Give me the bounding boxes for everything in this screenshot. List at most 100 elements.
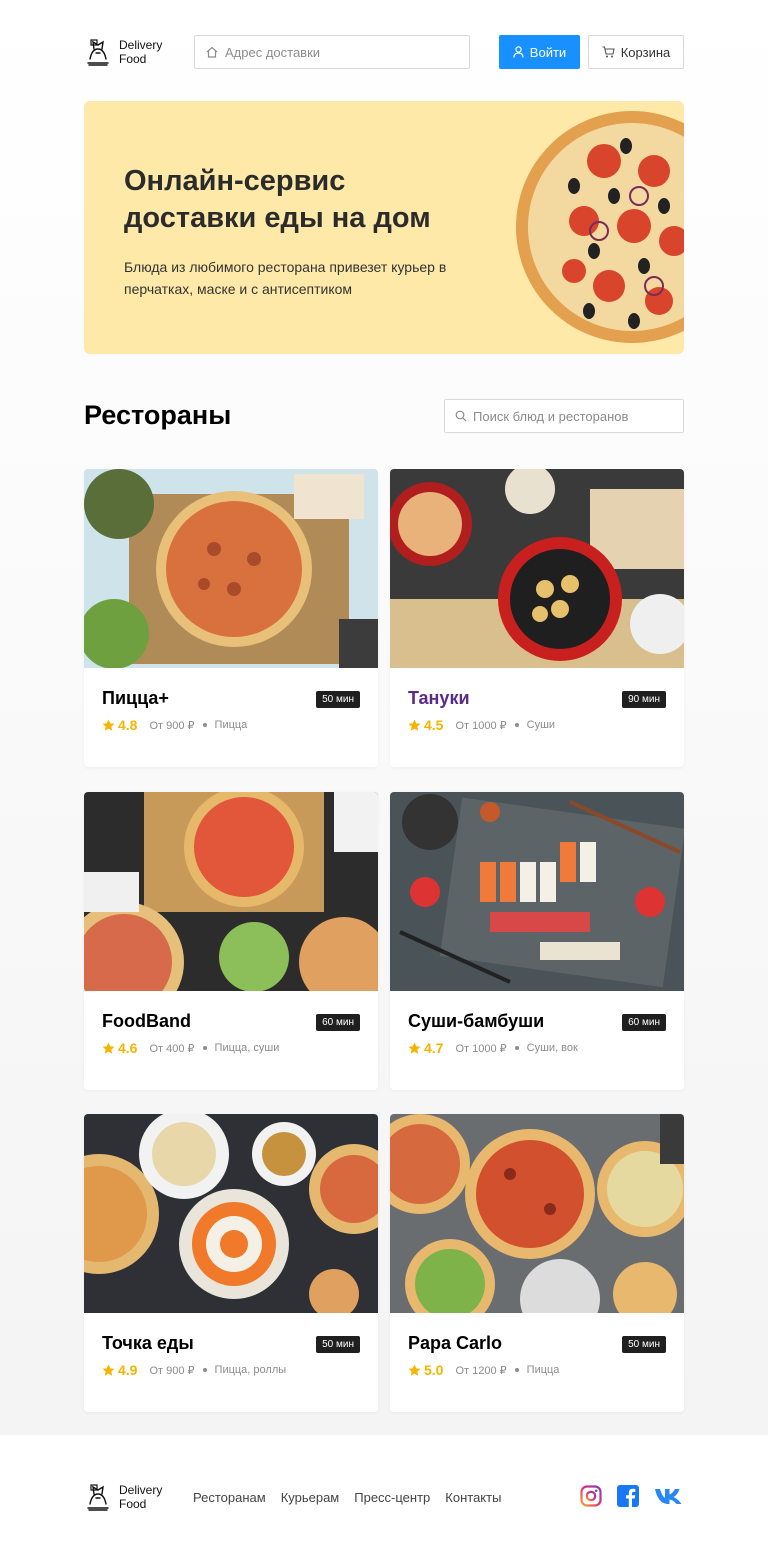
separator-dot [514, 1368, 519, 1372]
cart-button[interactable]: Корзина [588, 35, 684, 69]
restaurant-list: Пицца+ 50 мин 4.8 От 900 ₽ Пицца Тануки … [84, 469, 684, 1412]
footer: Delivery Food Ресторанам Курьерам Пресс-… [84, 1480, 684, 1514]
restaurant-image [84, 1114, 378, 1313]
footer-nav: Ресторанам Курьерам Пресс-центр Контакты [193, 1490, 516, 1505]
logo-line1: Delivery [119, 38, 163, 52]
restaurant-card[interactable]: Пицца+ 50 мин 4.8 От 900 ₽ Пицца [84, 469, 378, 767]
separator-dot [514, 1046, 519, 1050]
restaurant-category: Суши [526, 719, 556, 731]
restaurant-card[interactable]: Papa Carlo 50 мин 5.0 От 1200 ₽ Пицца [390, 1114, 684, 1412]
footer-link-contacts[interactable]: Контакты [445, 1490, 501, 1505]
footer-logo[interactable]: Delivery Food [84, 1482, 162, 1512]
address-field[interactable] [194, 35, 470, 69]
logo[interactable]: Delivery Food [84, 37, 162, 67]
restaurant-name: FoodBand [102, 1011, 191, 1031]
restaurant-card[interactable]: FoodBand 60 мин 4.6 От 400 ₽ Пицца, суши [84, 792, 378, 1090]
restaurant-image [84, 469, 378, 668]
restaurant-price: От 900 ₽ [149, 1364, 195, 1377]
separator-dot [202, 723, 207, 727]
promo-banner: Онлайн-сервис доставки еды на дом Блюда … [84, 101, 684, 354]
restaurant-meta: 4.9 От 900 ₽ Пицца, роллы [102, 1362, 286, 1378]
restaurant-meta: 4.7 От 1000 ₽ Суши, вок [408, 1040, 578, 1056]
restaurant-name: Точка еды [102, 1333, 194, 1353]
restaurant-image [390, 792, 684, 991]
address-input[interactable] [225, 44, 455, 60]
login-button[interactable]: Войти [499, 35, 580, 69]
star-icon [408, 1364, 421, 1376]
logo-icon [87, 39, 109, 66]
footer-link-couriers[interactable]: Курьерам [281, 1490, 340, 1505]
restaurant-price: От 400 ₽ [149, 1042, 195, 1055]
delivery-time-badge: 60 мин [316, 1014, 360, 1031]
instagram-icon[interactable] [580, 1485, 602, 1507]
logo-line1: Delivery [119, 1483, 163, 1497]
restaurant-category: Суши, вок [526, 1042, 578, 1054]
restaurant-image [390, 469, 684, 668]
login-label: Войти [529, 44, 567, 60]
restaurant-price: От 1200 ₽ [455, 1364, 507, 1377]
delivery-time-badge: 50 мин [622, 1336, 666, 1353]
restaurant-rating: 4.5 [424, 717, 444, 733]
restaurant-name: Тануки [408, 688, 470, 708]
footer-link-press[interactable]: Пресс-центр [354, 1490, 430, 1505]
delivery-time-badge: 60 мин [622, 1014, 666, 1031]
logo-text: Delivery Food [119, 38, 162, 66]
star-icon [408, 1042, 421, 1054]
cart-label: Корзина [620, 44, 671, 60]
restaurant-category: Пицца, роллы [214, 1364, 287, 1376]
restaurant-card[interactable]: Точка еды 50 мин 4.9 От 900 ₽ Пицца, рол… [84, 1114, 378, 1412]
logo-text: Delivery Food [119, 1483, 162, 1511]
search-input[interactable] [473, 408, 673, 424]
restaurants-header: Рестораны [84, 398, 684, 434]
user-icon [513, 46, 524, 58]
promo-text: Блюда из любимого ресторана привезет кур… [124, 259, 447, 297]
separator-dot [514, 723, 519, 727]
footer-link-restaurants[interactable]: Ресторанам [193, 1490, 266, 1505]
delivery-time-badge: 50 мин [316, 1336, 360, 1353]
restaurant-image [84, 792, 378, 991]
search-icon [455, 410, 467, 422]
social-links [580, 1485, 684, 1507]
restaurant-price: От 1000 ₽ [455, 719, 507, 732]
star-icon [102, 1364, 115, 1376]
home-icon [206, 46, 218, 58]
star-icon [102, 719, 115, 731]
restaurant-rating: 4.7 [424, 1040, 444, 1056]
restaurant-card[interactable]: Тануки 90 мин 4.5 От 1000 ₽ Суши [390, 469, 684, 767]
restaurant-price: От 1000 ₽ [455, 1042, 507, 1055]
separator-dot [202, 1368, 207, 1372]
cart-icon [602, 46, 615, 58]
restaurant-rating: 4.9 [118, 1362, 138, 1378]
restaurant-name: Papa Carlo [408, 1333, 503, 1353]
restaurant-meta: 4.6 От 400 ₽ Пицца, суши [102, 1040, 279, 1056]
restaurants-heading: Рестораны [84, 400, 232, 430]
delivery-time-badge: 50 мин [316, 691, 360, 708]
restaurant-meta: 4.8 От 900 ₽ Пицца [102, 717, 247, 733]
restaurant-meta: 5.0 От 1200 ₽ Пицца [408, 1362, 559, 1378]
restaurant-name: Пицца+ [102, 688, 169, 708]
search-field[interactable] [444, 399, 684, 433]
restaurant-rating: 5.0 [424, 1362, 444, 1378]
pizza-image [516, 111, 684, 343]
logo-line2: Food [119, 52, 147, 66]
promo-title: Онлайн-сервис доставки еды на дом [124, 165, 431, 234]
logo-line2: Food [119, 1497, 147, 1511]
restaurant-rating: 4.8 [118, 717, 138, 733]
restaurant-meta: 4.5 От 1000 ₽ Суши [408, 717, 555, 733]
header: Delivery Food Войти Корзина [84, 35, 684, 69]
facebook-icon[interactable] [617, 1485, 639, 1507]
restaurant-category: Пицца [214, 719, 248, 731]
restaurant-image [390, 1114, 684, 1313]
delivery-time-badge: 90 мин [622, 691, 666, 708]
star-icon [102, 1042, 115, 1054]
restaurant-rating: 4.6 [118, 1040, 138, 1056]
restaurant-card[interactable]: Суши-бамбуши 60 мин 4.7 От 1000 ₽ Суши, … [390, 792, 684, 1090]
vk-icon[interactable] [654, 1487, 684, 1505]
restaurant-category: Пицца, суши [214, 1042, 280, 1054]
logo-icon [87, 1484, 109, 1511]
restaurant-name: Суши-бамбуши [408, 1011, 545, 1031]
star-icon [408, 719, 421, 731]
restaurant-category: Пицца [526, 1364, 560, 1376]
restaurant-price: От 900 ₽ [149, 719, 195, 732]
separator-dot [202, 1046, 207, 1050]
